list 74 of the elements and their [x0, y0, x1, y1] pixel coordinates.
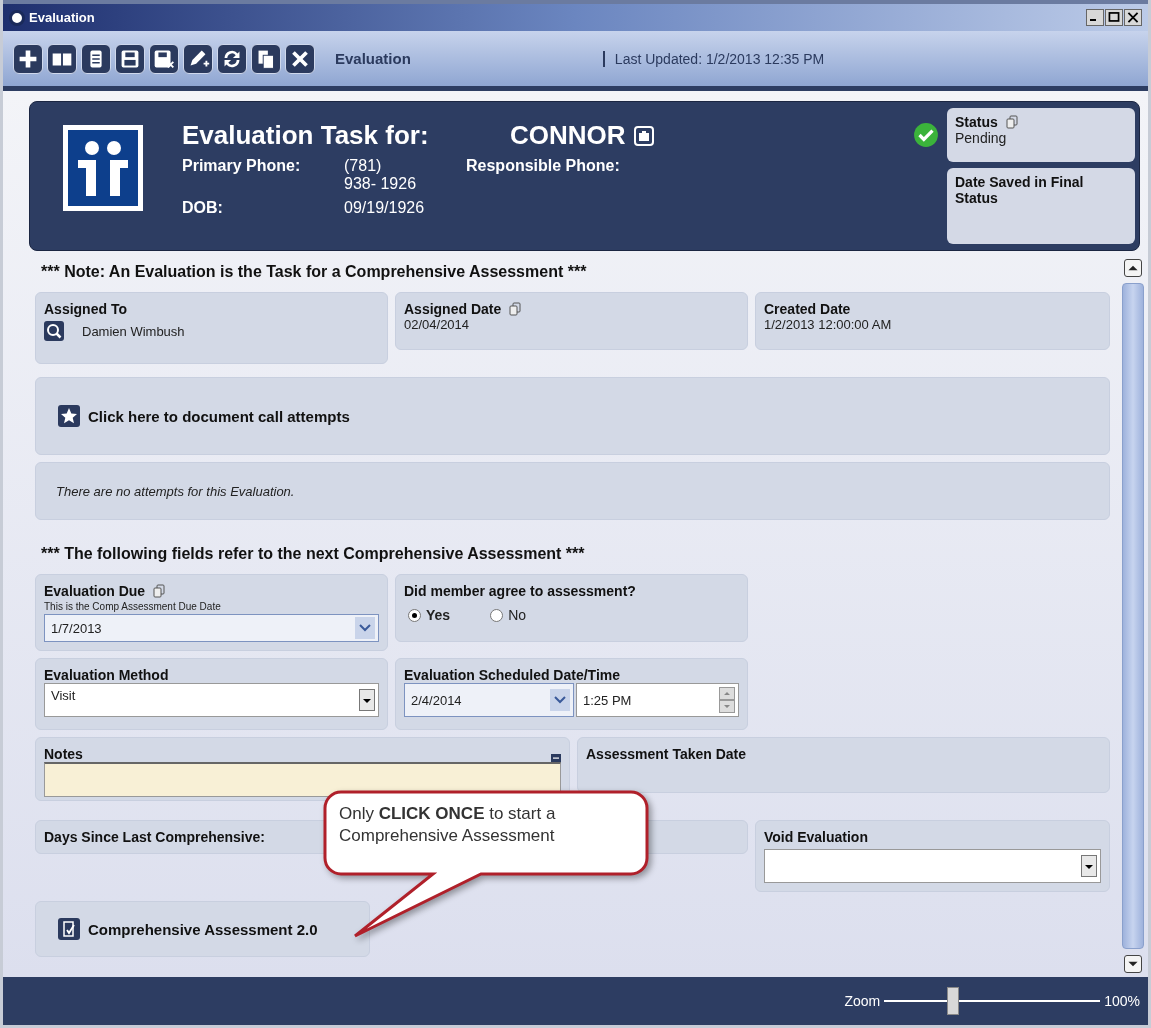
- radio-option[interactable]: No: [490, 607, 527, 623]
- field-label: Assessment Taken Date: [586, 746, 747, 762]
- field-label: Evaluation Due: [44, 583, 146, 599]
- member-name: CONNOR: [510, 120, 626, 151]
- book-icon[interactable]: [47, 43, 77, 74]
- field-label: Did member agree to assessment?: [404, 583, 636, 599]
- zoom-label: Zoom: [844, 993, 881, 1009]
- edit-icon[interactable]: [183, 43, 213, 74]
- close-button[interactable]: [1124, 9, 1142, 26]
- clipboard-icon[interactable]: [58, 918, 80, 940]
- collapse-icon[interactable]: [551, 754, 561, 762]
- responsible-phone-label: Responsible Phone:: [466, 157, 621, 176]
- chevron-icon: [550, 689, 570, 711]
- dob-value: 09/19/1926: [344, 199, 426, 217]
- status-value: Pending: [955, 130, 1008, 146]
- field-value: 1/2/2013 12:00:00 AM: [764, 317, 893, 332]
- field-label: Assigned To: [44, 301, 127, 317]
- primary-phone-value: (781): [344, 157, 382, 175]
- minimize-icon: [1090, 19, 1096, 21]
- empty-message: There are no attempts for this Evaluation.: [56, 483, 296, 499]
- note-text: *** Note: An Evaluation is the Task for a Comprehensive Assessment ***: [40, 262, 588, 282]
- zoom-value: 100%: [1104, 993, 1140, 1009]
- chevron-icon: [355, 617, 375, 639]
- close-icon: [1125, 10, 1141, 25]
- field-hint: This is the Comp Assessment Due Date: [44, 601, 222, 612]
- search-icon[interactable]: [44, 321, 64, 341]
- radio-option[interactable]: Yes: [408, 607, 451, 623]
- maximize-button[interactable]: [1105, 9, 1123, 26]
- date-dropdown[interactable]: 1/7/2013: [44, 614, 379, 642]
- last-updated: Last Updated: 1/2/2013 12:35 PM: [602, 50, 825, 67]
- field-label: Assigned Date: [404, 301, 502, 317]
- copy-icon[interactable]: [251, 43, 281, 74]
- save-icon[interactable]: [115, 43, 145, 74]
- header-title: Evaluation Task for:: [182, 120, 430, 151]
- maximize-icon: [1106, 10, 1122, 25]
- field-label: Created Date: [764, 301, 851, 317]
- document-call-attempts-link[interactable]: Click here to document call attempts: [88, 407, 350, 425]
- scroll-down-button[interactable]: [1124, 955, 1142, 973]
- note-text: *** The following fields refer to the next Comprehensive Assessment ***: [40, 544, 586, 564]
- scrollbar-thumb[interactable]: [1122, 283, 1144, 949]
- document-icon[interactable]: [81, 43, 111, 74]
- date-dropdown[interactable]: 2/4/2014: [404, 683, 574, 717]
- spinner-arrows-icon: [719, 687, 735, 713]
- zoom-thumb[interactable]: [947, 987, 960, 1015]
- void-dropdown[interactable]: [764, 849, 1101, 883]
- save-close-icon[interactable]: [149, 43, 179, 74]
- status-label: Status: [955, 114, 998, 130]
- field-label: Evaluation Scheduled Date/Time: [404, 667, 621, 683]
- notes-field[interactable]: [44, 762, 561, 797]
- toolbar-title: Evaluation: [335, 50, 411, 67]
- method-dropdown[interactable]: Visit: [44, 683, 379, 717]
- briefcase-icon[interactable]: [633, 125, 654, 146]
- field-label: Notes: [44, 746, 83, 762]
- scroll-up-button[interactable]: [1124, 259, 1142, 277]
- primary-phone-value: 938- 1926: [344, 175, 417, 193]
- add-icon[interactable]: [13, 43, 43, 74]
- field-label: Days Since Last Comprehensive:: [44, 829, 265, 845]
- field-label: Evaluation Method: [44, 667, 169, 683]
- field-label: Void Evaluation: [764, 829, 868, 845]
- star-icon[interactable]: [58, 405, 80, 427]
- app-logo-icon: [9, 9, 25, 26]
- time-spinner[interactable]: 1:25 PM: [576, 683, 739, 717]
- field-value: 02/04/2014: [404, 317, 471, 332]
- refresh-icon[interactable]: [217, 43, 247, 74]
- people-logo-icon: [62, 124, 144, 212]
- window-title: Evaluation: [29, 10, 95, 25]
- callout-text: Only CLICK ONCE to start a Comprehensive Assessment: [339, 803, 557, 848]
- primary-phone-label: Primary Phone:: [182, 157, 302, 176]
- minimize-button[interactable]: [1086, 9, 1104, 26]
- dob-label: DOB:: [182, 199, 224, 217]
- close-icon[interactable]: [285, 43, 315, 74]
- comprehensive-assessment-link[interactable]: Comprehensive Assessment 2.0: [88, 920, 318, 938]
- assignee-name: Damien Wimbush: [82, 323, 185, 339]
- date-saved-label: Date Saved in Final Status: [955, 174, 1085, 206]
